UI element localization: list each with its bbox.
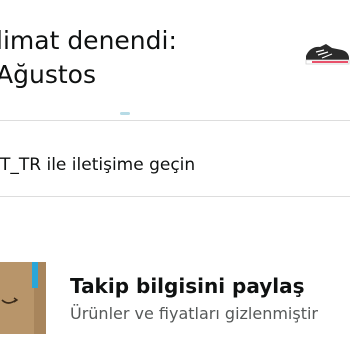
- app-viewport: limat denendi: Ağustos T_TR ile iletişim…: [0, 0, 350, 350]
- cardboard-box-icon: [0, 262, 46, 334]
- delivery-status-line-1: limat denendi:: [0, 26, 177, 55]
- progress-bar-fragment: [120, 112, 130, 115]
- share-tracking-subtitle: Ürünler ve fiyatları gizlenmiştir: [70, 304, 318, 323]
- share-tracking-title[interactable]: Takip bilgisini paylaş: [70, 275, 305, 297]
- section-spacer: [0, 197, 350, 230]
- running-shoe-thumbnail-icon[interactable]: [302, 36, 350, 72]
- contact-seller-label[interactable]: T_TR ile iletişime geçin: [0, 155, 195, 175]
- delivery-status-line-2: Ağustos: [0, 60, 96, 89]
- delivery-status-card[interactable]: limat denendi: Ağustos: [0, 0, 350, 112]
